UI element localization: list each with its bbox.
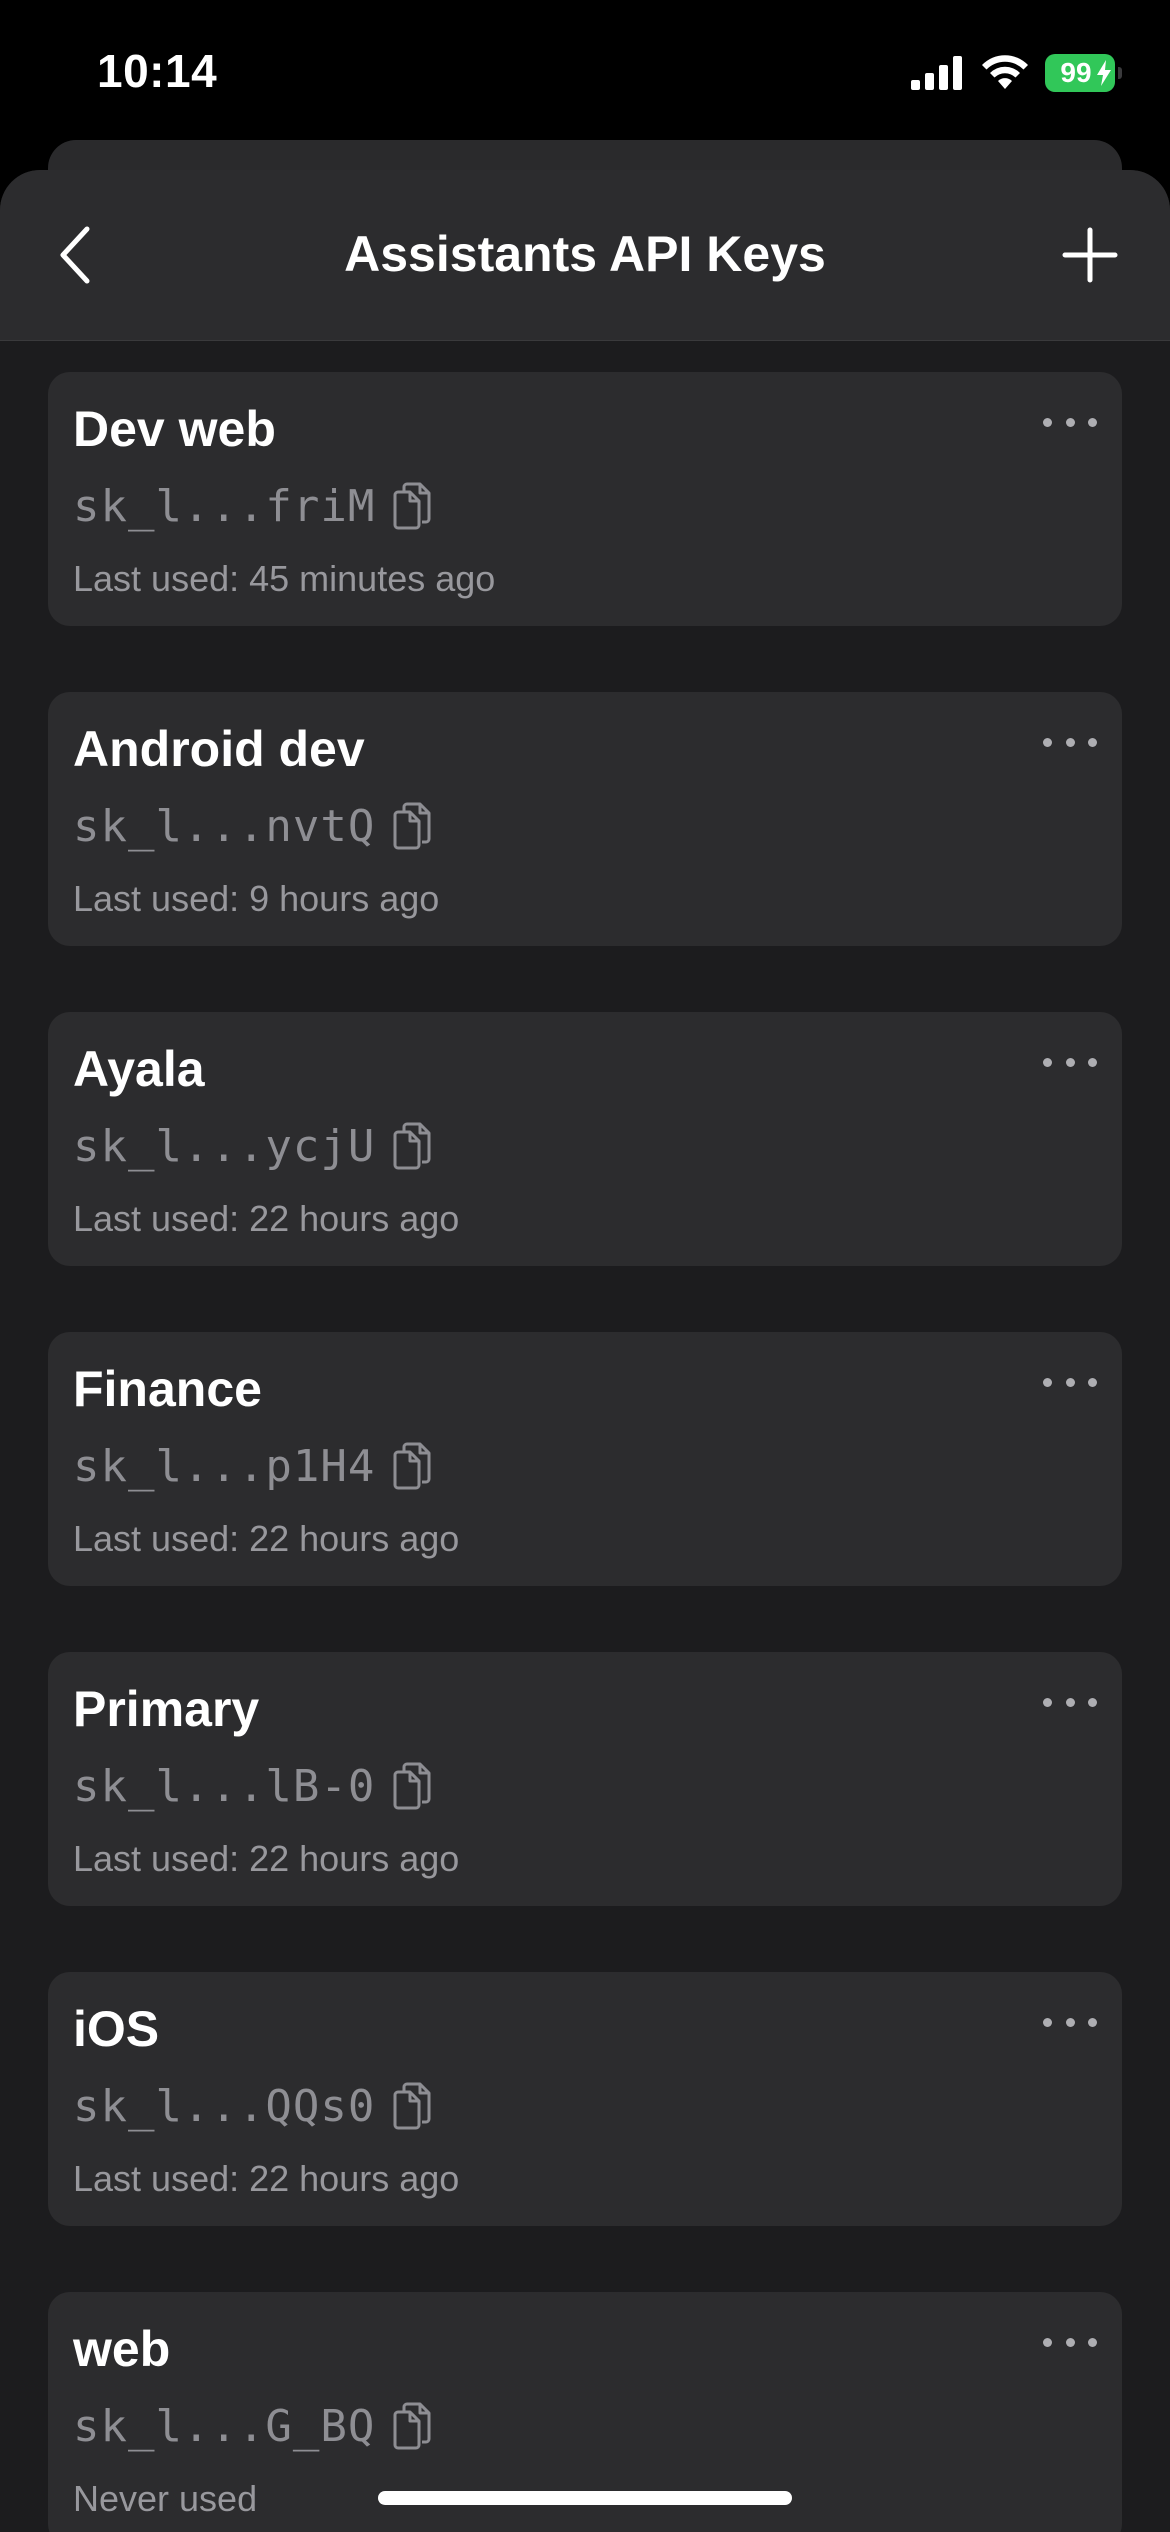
ellipsis-dot	[1043, 417, 1052, 427]
last-used-text: Last used: 22 hours ago	[73, 1518, 460, 1559]
ellipsis-dot	[1065, 2017, 1075, 2027]
api-keys-sheet: Assistants API Keys Dev web sk_l...friM	[0, 170, 1170, 2532]
ellipsis-dot	[1065, 1377, 1075, 1387]
copy-icon[interactable]	[389, 1440, 435, 1492]
key-value: sk_l...QQs0	[73, 2080, 376, 2132]
ellipsis-dot	[1043, 2337, 1052, 2347]
ellipsis-dot	[1088, 737, 1097, 747]
ellipsis-dot	[1065, 1697, 1075, 1707]
ellipsis-dot	[1088, 1377, 1097, 1387]
key-value: sk_l...G_BQ	[73, 2400, 376, 2452]
key-value-row: sk_l...friM	[73, 480, 435, 532]
charging-bolt-icon	[1097, 60, 1111, 86]
ellipsis-dot	[1065, 1057, 1075, 1067]
key-name: Ayala	[73, 1041, 205, 1097]
key-value: sk_l...ycjU	[73, 1120, 376, 1172]
ellipsis-dot	[1065, 417, 1075, 427]
copy-icon[interactable]	[389, 800, 435, 852]
key-value-row: sk_l...QQs0	[73, 2080, 435, 2132]
ellipsis-dot	[1088, 417, 1097, 427]
api-key-card[interactable]: iOS sk_l...QQs0 Last used: 22 hours ago	[48, 1972, 1122, 2226]
more-options-button[interactable]	[1043, 1690, 1097, 1714]
last-used-text: Last used: 45 minutes ago	[73, 558, 496, 599]
key-name: Primary	[73, 1681, 260, 1737]
api-key-card[interactable]: Android dev sk_l...nvtQ Last used: 9 hou…	[48, 692, 1122, 946]
more-options-button[interactable]	[1043, 2010, 1097, 2034]
key-value: sk_l...nvtQ	[73, 800, 376, 852]
more-options-button[interactable]	[1043, 1050, 1097, 1074]
ellipsis-dot	[1043, 1697, 1052, 1707]
last-used-text: Last used: 22 hours ago	[73, 2158, 460, 2199]
status-time: 10:14	[97, 45, 218, 97]
status-icons: 99	[911, 52, 1122, 94]
ellipsis-dot	[1088, 2337, 1097, 2347]
api-key-card[interactable]: Primary sk_l...lB-0 Last used: 22 hours …	[48, 1652, 1122, 1906]
add-key-button[interactable]	[1050, 215, 1130, 295]
copy-icon[interactable]	[389, 2400, 435, 2452]
key-name: Android dev	[73, 721, 365, 777]
plus-icon	[1062, 227, 1118, 283]
key-value-row: sk_l...p1H4	[73, 1440, 435, 1492]
key-value-row: sk_l...G_BQ	[73, 2400, 435, 2452]
ellipsis-dot	[1088, 2017, 1097, 2027]
more-options-button[interactable]	[1043, 410, 1097, 434]
last-used-text: Last used: 22 hours ago	[73, 1838, 460, 1879]
api-key-card[interactable]: Dev web sk_l...friM Last used: 45 minute…	[48, 372, 1122, 626]
copy-icon[interactable]	[389, 2080, 435, 2132]
wifi-icon	[982, 55, 1028, 89]
last-used-text: Last used: 22 hours ago	[73, 1198, 460, 1239]
ellipsis-dot	[1043, 737, 1052, 747]
copy-icon[interactable]	[389, 1120, 435, 1172]
home-indicator[interactable]	[378, 2491, 792, 2505]
ellipsis-dot	[1043, 2017, 1052, 2027]
ellipsis-dot	[1088, 1057, 1097, 1067]
copy-icon[interactable]	[389, 1760, 435, 1812]
api-key-list: Dev web sk_l...friM Last used: 45 minute…	[48, 372, 1122, 2532]
copy-icon[interactable]	[389, 480, 435, 532]
more-options-button[interactable]	[1043, 730, 1097, 754]
key-name: Finance	[73, 1361, 262, 1417]
last-used-text: Never used	[73, 2478, 258, 2519]
api-key-card[interactable]: Finance sk_l...p1H4 Last used: 22 hours …	[48, 1332, 1122, 1586]
battery-nub	[1118, 67, 1122, 79]
ellipsis-dot	[1065, 2337, 1075, 2347]
key-value: sk_l...lB-0	[73, 1760, 376, 1812]
ellipsis-dot	[1043, 1377, 1052, 1387]
key-value: sk_l...p1H4	[73, 1440, 376, 1492]
cellular-signal-icon	[911, 56, 962, 90]
status-bar: 10:14 99	[0, 0, 1170, 140]
key-value-row: sk_l...nvtQ	[73, 800, 435, 852]
navigation-bar: Assistants API Keys	[0, 170, 1170, 341]
more-options-button[interactable]	[1043, 1370, 1097, 1394]
more-options-button[interactable]	[1043, 2330, 1097, 2354]
ellipsis-dot	[1043, 1057, 1052, 1067]
key-name: iOS	[73, 2001, 160, 2057]
ellipsis-dot	[1065, 737, 1075, 747]
key-name: Dev web	[73, 401, 276, 457]
battery-icon: 99	[1045, 54, 1122, 92]
last-used-text: Last used: 9 hours ago	[73, 878, 440, 919]
api-key-card[interactable]: Ayala sk_l...ycjU Last used: 22 hours ag…	[48, 1012, 1122, 1266]
key-value-row: sk_l...lB-0	[73, 1760, 435, 1812]
key-value-row: sk_l...ycjU	[73, 1120, 435, 1172]
battery-level: 99	[1060, 57, 1092, 88]
key-value: sk_l...friM	[73, 480, 376, 532]
ellipsis-dot	[1088, 1697, 1097, 1707]
key-name: web	[73, 2321, 171, 2377]
page-title: Assistants API Keys	[344, 226, 826, 282]
